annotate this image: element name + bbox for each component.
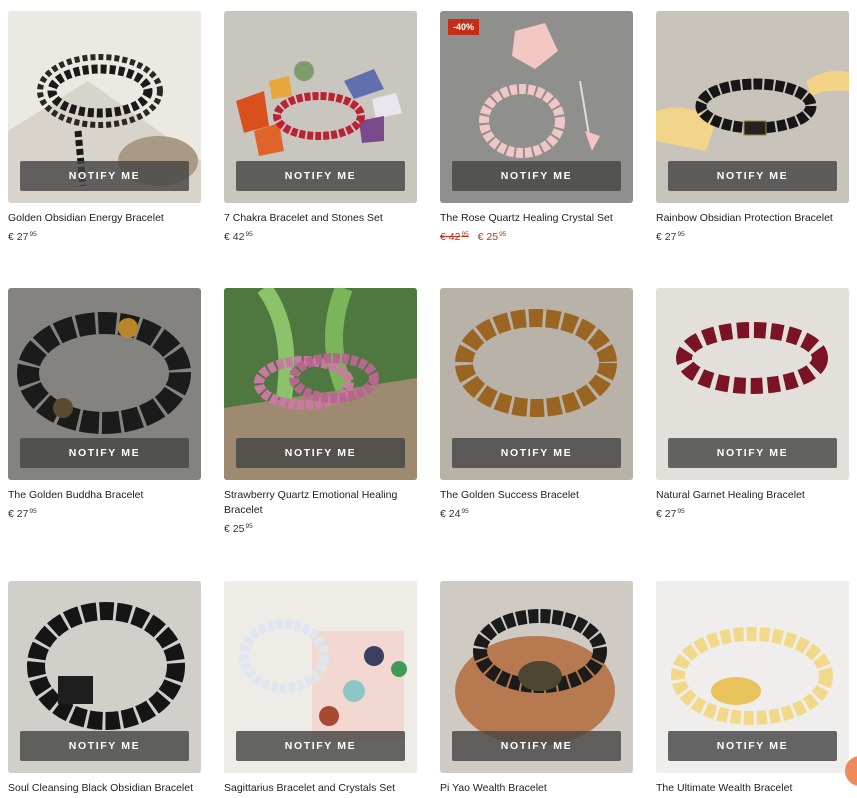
product-image[interactable]: NOTIFY ME: [224, 288, 417, 480]
product-price: € 2795: [8, 231, 37, 243]
product-card[interactable]: NOTIFY ME Sagittarius Bracelet and Cryst…: [224, 581, 417, 796]
product-price: € 4295 € 2595: [440, 231, 633, 243]
product-card[interactable]: NOTIFY ME Rainbow Obsidian Protection Br…: [656, 11, 849, 243]
product-title[interactable]: Natural Garnet Healing Bracelet: [656, 488, 849, 503]
product-title[interactable]: Golden Obsidian Energy Bracelet: [8, 211, 201, 226]
product-price: € 2595: [224, 523, 253, 535]
notify-me-button[interactable]: NOTIFY ME: [668, 161, 837, 191]
notify-me-button[interactable]: NOTIFY ME: [452, 731, 621, 761]
product-price: € 2795: [656, 231, 685, 243]
discount-badge: -40%: [448, 19, 480, 35]
product-title[interactable]: Soul Cleansing Black Obsidian Bracelet: [8, 781, 201, 796]
notify-me-button[interactable]: NOTIFY ME: [20, 731, 189, 761]
product-image[interactable]: NOTIFY ME: [440, 581, 633, 773]
product-image[interactable]: NOTIFY ME: [656, 581, 849, 773]
sale-price: € 2595: [477, 231, 507, 243]
notify-me-button[interactable]: NOTIFY ME: [20, 438, 189, 468]
product-card[interactable]: NOTIFY ME The Ultimate Wealth Bracelet: [656, 581, 849, 796]
product-card[interactable]: NOTIFY ME 7 Chakra Bracelet and Stones S…: [224, 11, 417, 243]
product-title[interactable]: The Rose Quartz Healing Crystal Set: [440, 211, 633, 226]
product-image[interactable]: -40% NOTIFY ME: [440, 11, 633, 203]
notify-me-button[interactable]: NOTIFY ME: [668, 438, 837, 468]
product-title[interactable]: Strawberry Quartz Emotional Healing Brac…: [224, 488, 417, 518]
product-price: € 2495: [440, 508, 469, 520]
product-title[interactable]: The Golden Buddha Bracelet: [8, 488, 201, 503]
notify-me-button[interactable]: NOTIFY ME: [236, 731, 405, 761]
notify-me-button[interactable]: NOTIFY ME: [668, 731, 837, 761]
notify-me-button[interactable]: NOTIFY ME: [236, 161, 405, 191]
notify-me-button[interactable]: NOTIFY ME: [20, 161, 189, 191]
product-image[interactable]: NOTIFY ME: [8, 288, 201, 480]
product-title[interactable]: Rainbow Obsidian Protection Bracelet: [656, 211, 849, 226]
notify-me-button[interactable]: NOTIFY ME: [236, 438, 405, 468]
product-card[interactable]: NOTIFY ME Pi Yao Wealth Bracelet: [440, 581, 633, 796]
product-title[interactable]: Pi Yao Wealth Bracelet: [440, 781, 633, 796]
product-card[interactable]: NOTIFY ME The Golden Buddha Bracelet € 2…: [8, 288, 201, 520]
product-image[interactable]: NOTIFY ME: [440, 288, 633, 480]
product-image[interactable]: NOTIFY ME: [656, 288, 849, 480]
product-price: € 2795: [8, 508, 37, 520]
product-card[interactable]: NOTIFY ME The Golden Success Bracelet € …: [440, 288, 633, 520]
notify-me-button[interactable]: NOTIFY ME: [452, 438, 621, 468]
product-card[interactable]: NOTIFY ME Golden Obsidian Energy Bracele…: [8, 11, 201, 243]
product-image[interactable]: NOTIFY ME: [656, 11, 849, 203]
product-card[interactable]: NOTIFY ME Soul Cleansing Black Obsidian …: [8, 581, 201, 796]
product-image[interactable]: NOTIFY ME: [224, 11, 417, 203]
product-image[interactable]: NOTIFY ME: [8, 581, 201, 773]
old-price: € 4295: [440, 231, 469, 243]
product-card[interactable]: NOTIFY ME Strawberry Quartz Emotional He…: [224, 288, 417, 535]
product-price: € 2795: [656, 508, 685, 520]
product-price: € 4295: [224, 231, 253, 243]
product-title[interactable]: The Ultimate Wealth Bracelet: [656, 781, 849, 796]
product-card[interactable]: NOTIFY ME Natural Garnet Healing Bracele…: [656, 288, 849, 520]
product-title[interactable]: The Golden Success Bracelet: [440, 488, 633, 503]
product-title[interactable]: Sagittarius Bracelet and Crystals Set: [224, 781, 417, 796]
product-image[interactable]: NOTIFY ME: [8, 11, 201, 203]
product-grid: NOTIFY ME Golden Obsidian Energy Bracele…: [0, 0, 857, 798]
product-card[interactable]: -40% NOTIFY ME The Rose Quartz Healing C…: [440, 11, 633, 243]
product-image[interactable]: NOTIFY ME: [224, 581, 417, 773]
notify-me-button[interactable]: NOTIFY ME: [452, 161, 621, 191]
product-title[interactable]: 7 Chakra Bracelet and Stones Set: [224, 211, 417, 226]
